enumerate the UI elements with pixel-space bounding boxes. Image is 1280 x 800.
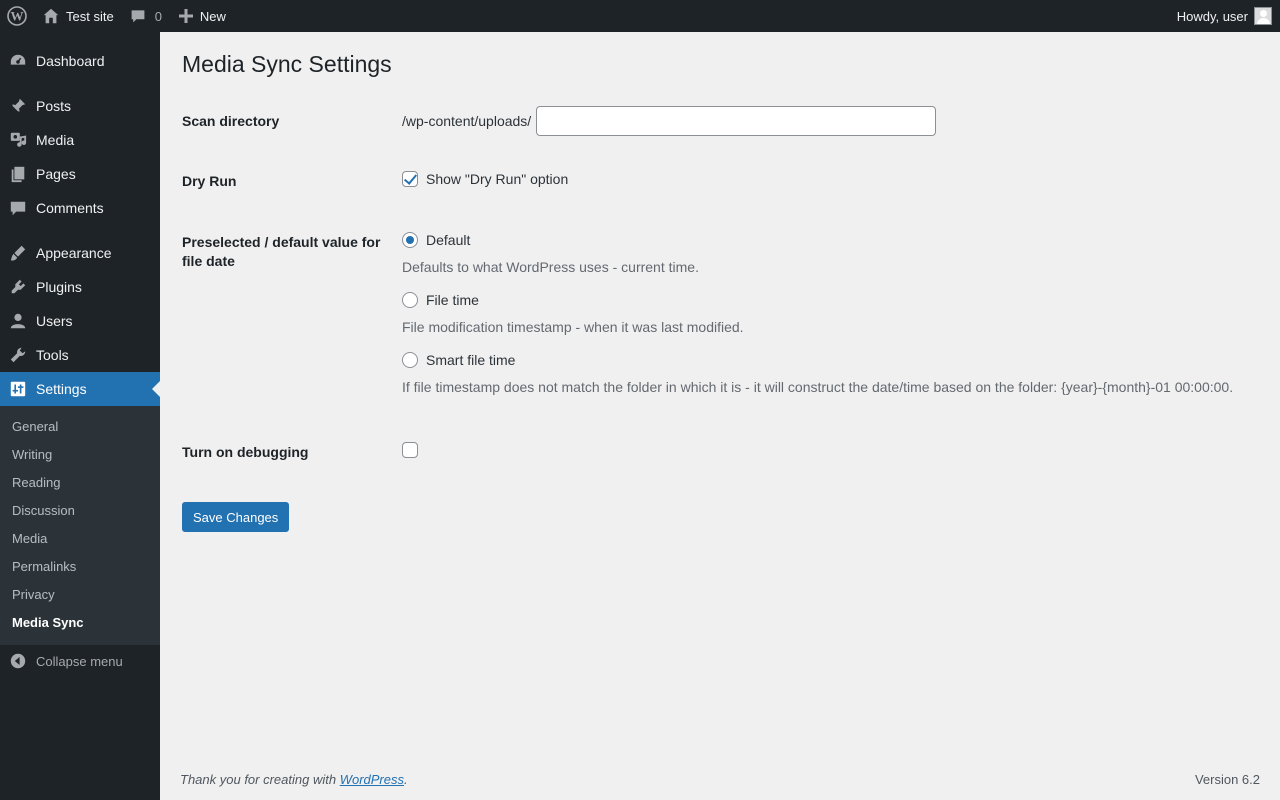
default-option-label: Default <box>426 232 471 248</box>
footer-thanks: Thank you for creating with WordPress. <box>180 772 408 787</box>
admin-bar: W Test site 0 New Howdy, user <box>0 0 1280 32</box>
avatar <box>1254 7 1272 25</box>
collapse-menu-button[interactable]: Collapse menu <box>0 649 160 673</box>
settings-icon <box>10 381 26 397</box>
submenu-discussion[interactable]: Discussion <box>12 503 75 518</box>
menu-label-plugins: Plugins <box>36 279 82 295</box>
site-name-label: Test site <box>66 8 114 24</box>
menu-label-appearance: Appearance <box>36 245 112 261</box>
file-date-option-smart-file-time[interactable]: Smart file time <box>402 352 515 368</box>
menu-label-users: Users <box>36 313 73 329</box>
file-time-description: File modification timestamp - when it wa… <box>402 319 744 335</box>
howdy-greeting: Howdy, user <box>1176 8 1248 24</box>
submenu-general[interactable]: General <box>12 419 58 434</box>
menu-item-pages[interactable]: Pages <box>0 157 160 191</box>
submenu-media[interactable]: Media <box>12 531 47 546</box>
footer-thanks-prefix: Thank you for creating with <box>180 772 340 787</box>
menu-label-tools: Tools <box>36 347 69 363</box>
smart-file-time-description: If file timestamp does not match the fol… <box>402 379 1234 395</box>
footer-thanks-suffix: . <box>404 772 408 787</box>
wordpress-logo-icon: W <box>7 6 27 26</box>
default-radio[interactable] <box>402 232 418 248</box>
menu-item-dashboard[interactable]: Dashboard <box>0 44 160 78</box>
debugging-checkbox[interactable] <box>402 442 418 458</box>
brush-icon <box>10 245 26 261</box>
comments-link[interactable]: 0 <box>122 0 171 32</box>
menu-label-media: Media <box>36 132 75 148</box>
debugging-option[interactable] <box>402 442 426 458</box>
menu-label-comments: Comments <box>36 200 104 216</box>
svg-text:W: W <box>11 9 24 24</box>
file-time-radio[interactable] <box>402 292 418 308</box>
menu-item-posts[interactable]: Posts <box>0 89 160 123</box>
scan-directory-prefix: /wp-content/uploads/ <box>402 113 532 129</box>
submenu-writing[interactable]: Writing <box>12 447 52 462</box>
collapse-menu-label: Collapse menu <box>36 653 123 669</box>
comments-count: 0 <box>154 8 162 24</box>
submenu-permalinks[interactable]: Permalinks <box>12 559 76 574</box>
version-label: Version 6.2 <box>1194 772 1260 787</box>
settings-submenu: General Writing Reading Discussion Media… <box>0 406 160 645</box>
new-label: New <box>199 8 226 24</box>
menu-item-comments[interactable]: Comments <box>0 191 160 225</box>
file-date-option-file-time[interactable]: File time <box>402 292 479 308</box>
pin-icon <box>10 98 26 114</box>
wordpress-link[interactable]: WordPress <box>340 772 404 787</box>
dry-run-option-label: Show "Dry Run" option <box>426 171 569 187</box>
comment-icon <box>131 10 145 23</box>
menu-item-tools[interactable]: Tools <box>0 338 160 372</box>
submenu-privacy[interactable]: Privacy <box>12 587 55 602</box>
menu-item-users[interactable]: Users <box>0 304 160 338</box>
smart-file-time-radio[interactable] <box>402 352 418 368</box>
dry-run-option[interactable]: Show "Dry Run" option <box>402 171 568 187</box>
menu-label-posts: Posts <box>36 98 72 114</box>
menu-label-pages: Pages <box>36 166 76 182</box>
wordpress-logo-button[interactable]: W <box>0 0 34 32</box>
menu-label-settings: Settings <box>36 381 87 397</box>
menu-item-media[interactable]: Media <box>0 123 160 157</box>
collapse-arrow-icon <box>10 653 26 669</box>
menu-item-settings[interactable]: Settings <box>0 372 160 406</box>
dry-run-label: Dry Run <box>182 173 237 189</box>
plus-icon <box>178 9 193 23</box>
menu-item-plugins[interactable]: Plugins <box>0 270 160 304</box>
file-time-option-label: File time <box>426 292 479 308</box>
new-content-button[interactable]: New <box>171 0 234 32</box>
comment-icon <box>10 201 26 216</box>
user-icon <box>10 313 26 329</box>
my-account-menu[interactable]: Howdy, user <box>1177 0 1272 32</box>
menu-label-dashboard: Dashboard <box>36 53 105 69</box>
dry-run-checkbox[interactable] <box>402 171 418 187</box>
plugin-icon <box>11 279 26 294</box>
submenu-reading[interactable]: Reading <box>12 475 60 490</box>
page-title: Media Sync Settings <box>182 51 392 77</box>
default-description: Defaults to what WordPress uses - curren… <box>402 259 699 275</box>
submenu-media-sync[interactable]: Media Sync <box>12 615 84 630</box>
pages-icon <box>11 166 25 183</box>
save-changes-button[interactable]: Save Changes <box>182 502 290 532</box>
media-icon <box>10 132 27 147</box>
file-date-option-default[interactable]: Default <box>402 232 470 248</box>
wrench-icon <box>10 347 26 363</box>
file-date-label: Preselected / default value for file dat… <box>182 234 381 269</box>
scan-directory-input[interactable] <box>536 106 936 136</box>
scan-directory-label: Scan directory <box>182 113 280 129</box>
site-name-link[interactable]: Test site <box>34 0 122 32</box>
menu-item-appearance[interactable]: Appearance <box>0 236 160 270</box>
home-icon <box>43 8 59 24</box>
debugging-label: Turn on debugging <box>182 444 309 460</box>
smart-file-time-option-label: Smart file time <box>426 352 516 368</box>
dashboard-icon <box>10 54 26 65</box>
admin-sidebar: Dashboard Posts Media Pages Comments App… <box>0 32 160 800</box>
